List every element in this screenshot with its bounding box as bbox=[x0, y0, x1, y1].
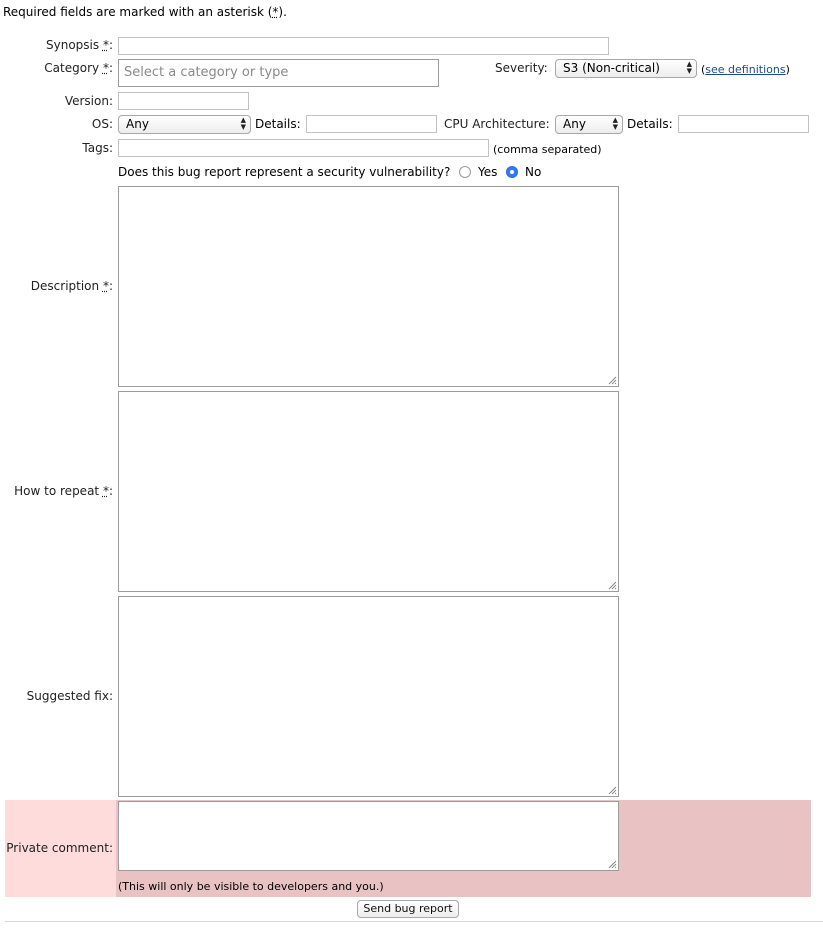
security-question: Does this bug report represent a securit… bbox=[118, 165, 451, 179]
select-arrow-icon: ▲ ▼ bbox=[240, 116, 246, 131]
cpu-details-input[interactable] bbox=[678, 115, 809, 133]
suggested-fix-textarea[interactable] bbox=[118, 596, 619, 797]
select-arrow-icon: ▲ ▼ bbox=[612, 116, 618, 131]
resize-grip-icon[interactable] bbox=[608, 860, 617, 869]
how-to-repeat-textarea[interactable] bbox=[118, 391, 619, 592]
security-no-label[interactable]: No bbox=[525, 165, 541, 180]
version-label: Version: bbox=[64, 94, 113, 108]
cpu-details-label: Details: bbox=[627, 117, 673, 131]
tags-hint: (comma separated) bbox=[493, 143, 602, 156]
os-details-label: Details: bbox=[255, 117, 301, 131]
cpu-architecture-select[interactable]: Any ▲ ▼ bbox=[555, 115, 623, 134]
see-definitions-link[interactable]: see definitions bbox=[705, 63, 785, 76]
os-details-input[interactable] bbox=[306, 115, 437, 133]
private-comment-label: Private comment: bbox=[6, 841, 113, 855]
tags-input[interactable] bbox=[118, 139, 489, 157]
select-arrow-icon: ▲ ▼ bbox=[686, 60, 692, 75]
category-label: Category *: bbox=[44, 61, 113, 75]
required-fields-note: Required fields are marked with an aster… bbox=[3, 5, 287, 20]
description-label: Description *: bbox=[30, 279, 113, 293]
send-bug-report-button[interactable]: Send bug report bbox=[357, 900, 459, 918]
version-input[interactable] bbox=[118, 92, 249, 110]
intro-text-end: ). bbox=[278, 5, 287, 19]
security-yes-label[interactable]: Yes bbox=[478, 165, 497, 180]
severity-select[interactable]: S3 (Non-critical) ▲ ▼ bbox=[555, 59, 697, 78]
resize-grip-icon[interactable] bbox=[608, 786, 617, 795]
severity-label: Severity: bbox=[495, 61, 548, 75]
resize-grip-icon[interactable] bbox=[608, 376, 617, 385]
security-no-radio[interactable] bbox=[506, 166, 518, 178]
security-yes-radio[interactable] bbox=[459, 166, 471, 178]
intro-text: Required fields are marked with an aster… bbox=[3, 5, 273, 19]
private-comment-textarea[interactable] bbox=[118, 801, 619, 871]
severity-selected-value: S3 (Non-critical) bbox=[563, 61, 660, 75]
synopsis-input[interactable] bbox=[118, 37, 609, 55]
description-textarea[interactable] bbox=[118, 186, 619, 387]
synopsis-label: Synopsis *: bbox=[46, 38, 113, 52]
os-label: OS: bbox=[91, 117, 113, 131]
suggested-fix-label: Suggested fix: bbox=[26, 689, 113, 703]
severity-definitions: (see definitions) bbox=[701, 63, 790, 76]
tags-label: Tags: bbox=[82, 141, 113, 155]
os-selected-value: Any bbox=[126, 117, 149, 131]
cpu-selected-value: Any bbox=[563, 117, 586, 131]
bottom-divider bbox=[5, 921, 823, 922]
how-to-repeat-label: How to repeat *: bbox=[14, 484, 113, 498]
category-input[interactable]: Select a category or type bbox=[118, 59, 439, 87]
resize-grip-icon[interactable] bbox=[608, 581, 617, 590]
private-comment-note: (This will only be visible to developers… bbox=[118, 880, 384, 893]
cpu-architecture-label: CPU Architecture: bbox=[444, 117, 550, 131]
os-select[interactable]: Any ▲ ▼ bbox=[118, 115, 251, 134]
